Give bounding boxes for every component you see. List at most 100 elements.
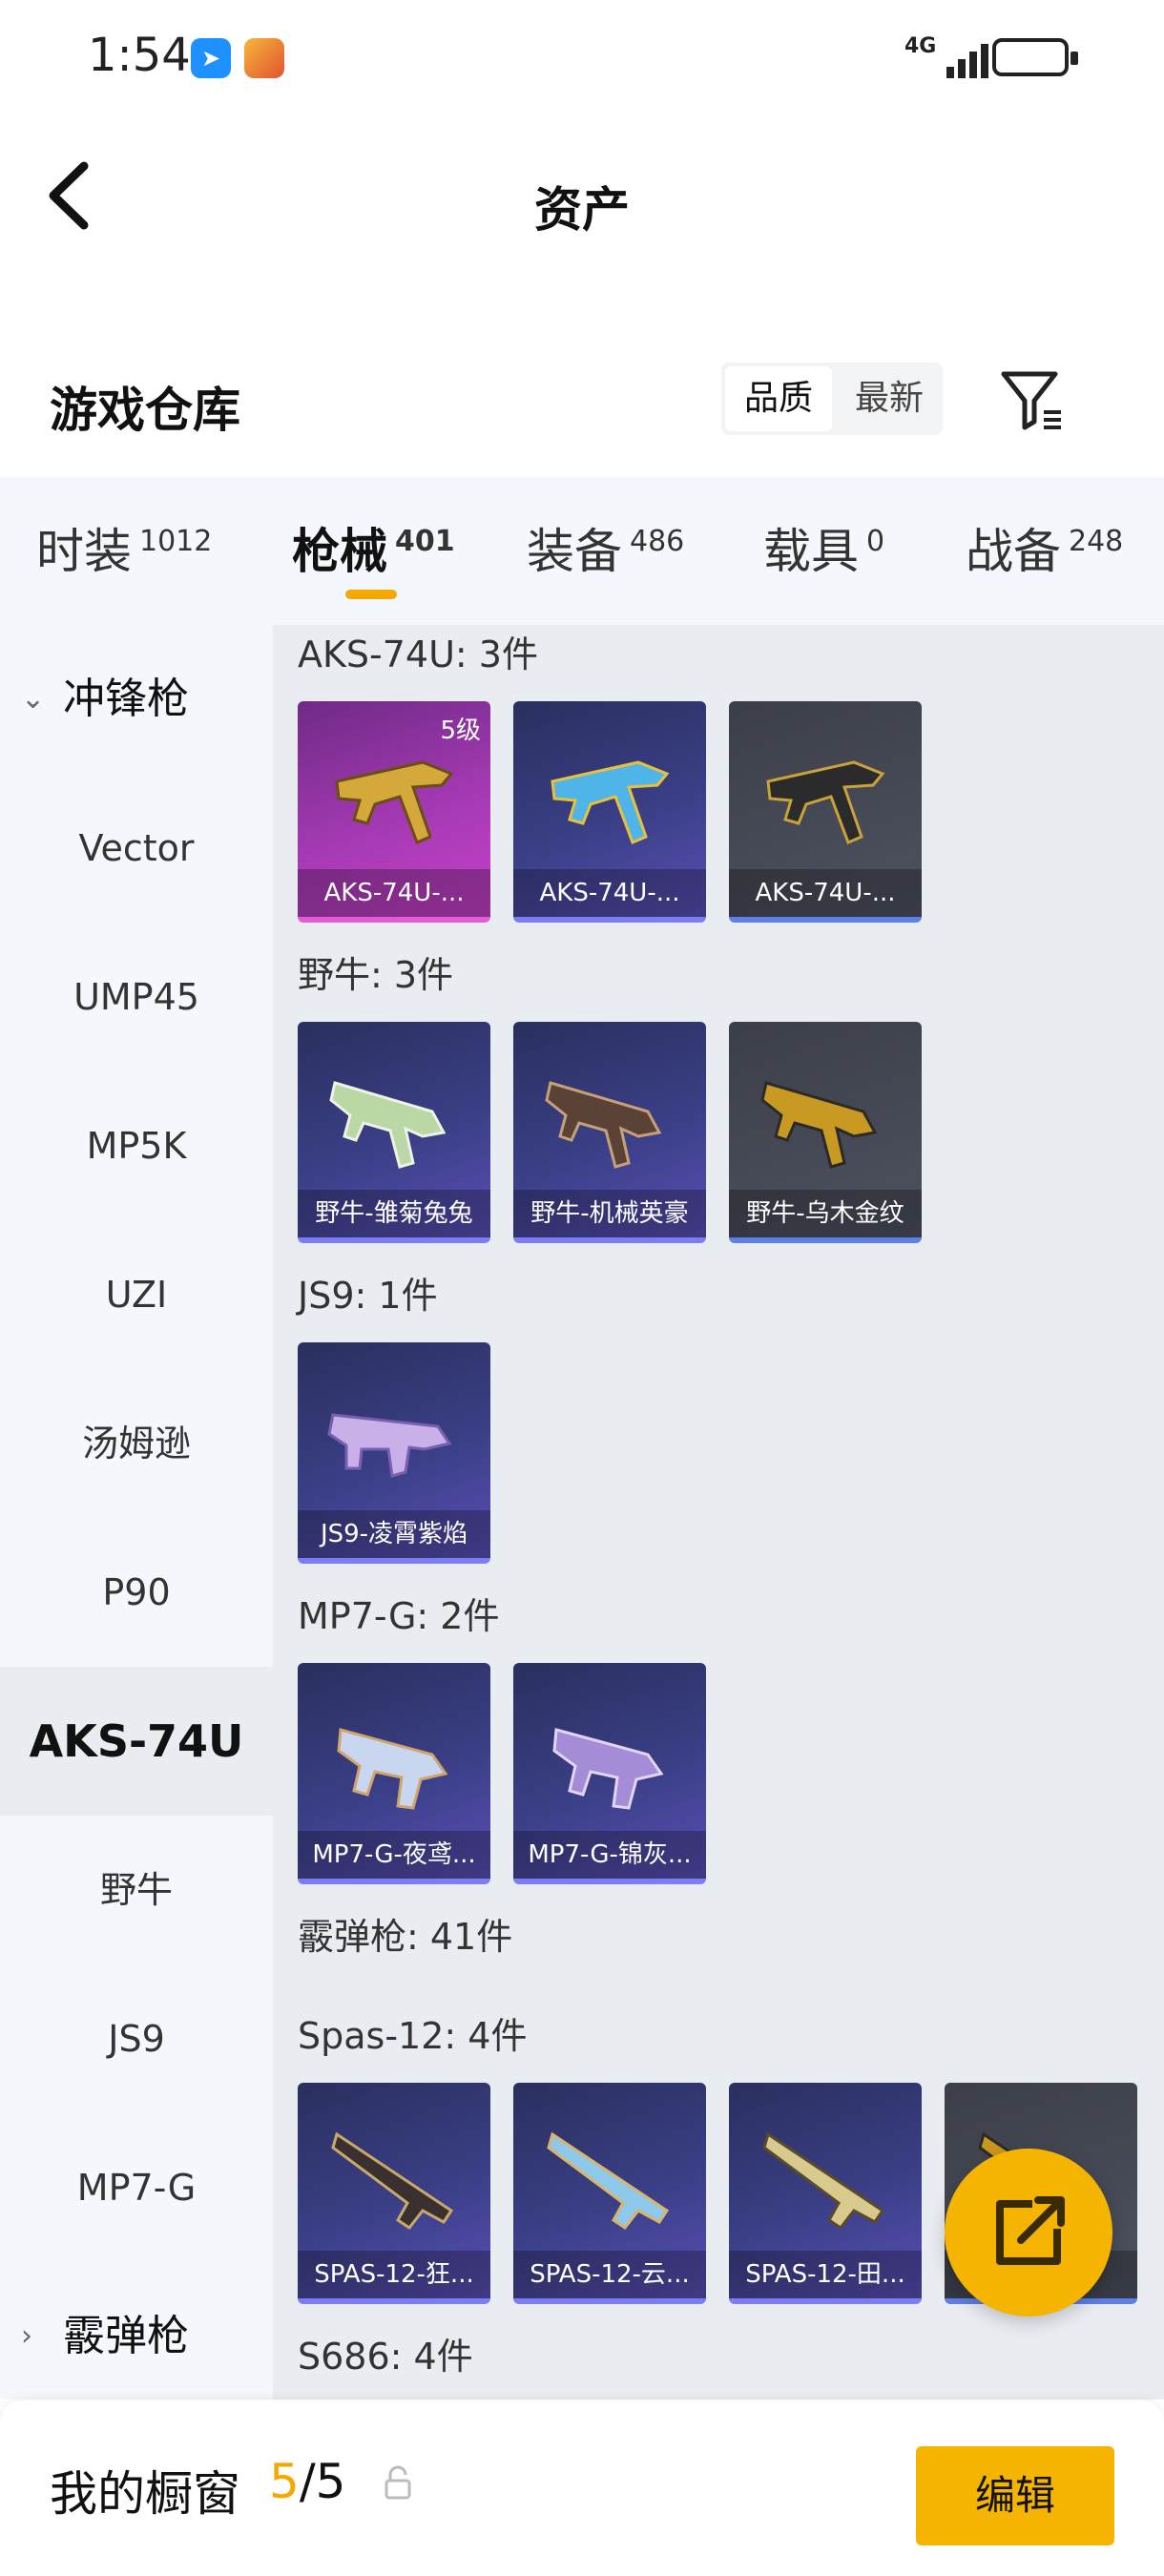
tab-label: 战备: [966, 524, 1061, 579]
card-label: MP7-G-夜鸢...: [298, 1831, 490, 1879]
warehouse-title: 游戏仓库: [50, 383, 240, 438]
gun-image: [337, 1728, 448, 1810]
showcase-label: 我的橱窗: [50, 2466, 240, 2522]
filter-icon[interactable]: [998, 364, 1067, 433]
section-title-aks74u: AKS-74U: 3件: [298, 634, 538, 675]
card-label: SPAS-12-云...: [513, 2251, 706, 2298]
chevron-right-icon: ›: [21, 2319, 32, 2353]
showcase-current: 5: [269, 2454, 300, 2509]
gun-image: [547, 2131, 670, 2231]
tab-vehicles[interactable]: 载具 0: [763, 513, 884, 582]
tab-firearms[interactable]: 枪械 401: [292, 513, 455, 582]
weapon-card[interactable]: 野牛-乌木金纹: [729, 1022, 922, 1243]
gun-image: [552, 1728, 664, 1810]
card-label: AKS-74U-...: [298, 869, 490, 917]
weapon-card[interactable]: MP7-G-夜鸢...: [298, 1663, 490, 1884]
sort-toggle: 品质 最新: [721, 363, 943, 435]
sidebar-item-bison[interactable]: 野牛: [0, 1816, 273, 1964]
sidebar-item-thompson[interactable]: 汤姆逊: [0, 1369, 273, 1518]
gun-image: [545, 1081, 662, 1169]
section-title-shotgun: 霰弹枪: 41件: [298, 1916, 513, 1958]
showcase-bar: 我的橱窗 5/5 编辑: [0, 2400, 1164, 2576]
weapon-card[interactable]: 野牛-机械英豪: [513, 1022, 706, 1243]
warehouse-bar: 游戏仓库 品质 最新: [0, 324, 1164, 477]
card-label: 野牛-乌木金纹: [729, 1190, 922, 1237]
tab-count: 486: [630, 525, 685, 559]
section-title-s686: S686: 4件: [298, 2336, 473, 2378]
sidebar-group-shotgun[interactable]: › 霰弹枪: [0, 2262, 273, 2411]
card-label: JS9-凌霄紫焰: [298, 1510, 490, 1558]
share-fab-button[interactable]: [945, 2149, 1112, 2316]
tab-count: 0: [866, 525, 885, 559]
weapon-card[interactable]: MP7-G-锦灰...: [513, 1663, 706, 1884]
sidebar-group-label: 霰弹枪: [63, 2312, 189, 2360]
tab-combat-gear[interactable]: 战备 248: [966, 513, 1123, 582]
gun-image: [327, 1413, 452, 1478]
page-header: 资产: [0, 114, 1164, 286]
sidebar-group-label: 冲锋枪: [63, 675, 189, 723]
page-title: 资产: [534, 182, 630, 238]
tab-count: 1012: [139, 525, 213, 559]
sidebar-item-mp7g[interactable]: MP7-G: [0, 2113, 273, 2262]
section-title-mp7g: MP7-G: 2件: [298, 1595, 500, 1637]
sidebar-item-p90[interactable]: P90: [0, 1518, 273, 1667]
card-label: 野牛-机械英豪: [513, 1190, 706, 1237]
battery-icon: [992, 38, 1078, 76]
tab-count: 248: [1069, 525, 1124, 559]
weapon-card[interactable]: 5级 AKS-74U-...: [298, 701, 490, 923]
gun-image: [760, 1081, 878, 1169]
weapon-sidebar: ⌄ 冲锋枪 Vector UMP45 MP5K UZI 汤姆逊 P90 AKS-7…: [0, 625, 273, 2399]
tab-label: 枪械: [292, 524, 387, 579]
chevron-down-icon: ⌄: [21, 682, 46, 716]
weapon-card[interactable]: AKS-74U-...: [513, 701, 706, 923]
card-label: AKS-74U-...: [513, 869, 706, 917]
status-bar: 1:54 ➤ 4G: [0, 0, 1164, 114]
gun-image: [762, 2131, 885, 2231]
weapon-card[interactable]: AKS-74U-...: [729, 701, 922, 923]
weapon-card[interactable]: JS9-凌霄紫焰: [298, 1342, 490, 1564]
status-time: 1:54: [88, 29, 191, 82]
card-label: SPAS-12-田...: [729, 2251, 922, 2298]
sort-latest[interactable]: 最新: [836, 363, 943, 435]
section-title-spas12: Spas-12: 4件: [298, 2015, 528, 2057]
app-notification-icon: ➤: [191, 38, 231, 78]
weapon-card[interactable]: 野牛-雏菊兔兔: [298, 1022, 490, 1243]
tab-equipment[interactable]: 装备 486: [527, 513, 684, 582]
lock-icon: [385, 2465, 411, 2500]
category-tabs: 时装 1012 枪械 401 装备 486 载具 0 战备 248: [0, 477, 1164, 625]
network-type: 4G: [904, 34, 937, 58]
card-label: SPAS-12-狂...: [298, 2251, 490, 2298]
active-tab-indicator: [345, 590, 397, 599]
card-label: AKS-74U-...: [729, 869, 922, 917]
sort-quality[interactable]: 品质: [725, 366, 832, 431]
gun-image: [551, 760, 670, 844]
showcase-count: 5/5: [269, 2454, 345, 2509]
tab-label: 载具: [763, 524, 859, 579]
sidebar-group-smg[interactable]: ⌄ 冲锋枪: [0, 625, 273, 774]
sidebar-item-ump45[interactable]: UMP45: [0, 923, 273, 1071]
tab-label: 时装: [36, 524, 132, 579]
card-label: MP7-G-锦灰...: [513, 1831, 706, 1879]
weapon-card[interactable]: SPAS-12-狂...: [298, 2083, 490, 2304]
tab-label: 装备: [527, 524, 622, 579]
section-title-bison: 野牛: 3件: [298, 954, 454, 996]
sidebar-item-mp5k[interactable]: MP5K: [0, 1071, 273, 1220]
weapon-grid: AKS-74U: 3件 5级 AKS-74U-... AKS-74U-... A…: [273, 625, 1164, 2399]
sidebar-item-uzi[interactable]: UZI: [0, 1220, 273, 1369]
tab-fashion[interactable]: 时装 1012: [36, 513, 212, 582]
section-title-js9: JS9: 1件: [298, 1275, 438, 1317]
showcase-total: /5: [299, 2454, 346, 2509]
gun-image: [329, 1081, 447, 1169]
card-label: 野牛-雏菊兔兔: [298, 1190, 490, 1237]
sidebar-item-js9[interactable]: JS9: [0, 1964, 273, 2113]
sidebar-item-aks74u[interactable]: AKS-74U: [0, 1667, 273, 1816]
edit-button[interactable]: 编辑: [916, 2446, 1114, 2545]
game-notification-icon: [244, 38, 284, 78]
gun-image: [331, 2131, 454, 2231]
weapon-card[interactable]: SPAS-12-田...: [729, 2083, 922, 2304]
tab-count: 401: [395, 525, 455, 559]
level-badge: 5级: [440, 717, 481, 745]
gun-image: [766, 760, 885, 844]
weapon-card[interactable]: SPAS-12-云...: [513, 2083, 706, 2304]
sidebar-item-vector[interactable]: Vector: [0, 774, 273, 923]
